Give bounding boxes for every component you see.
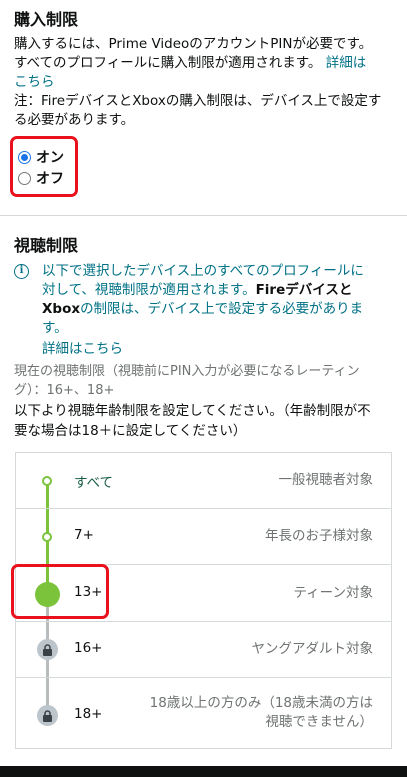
rating-node-all[interactable] (42, 476, 52, 486)
radio-off[interactable] (18, 171, 31, 185)
rating-label-16plus: 16+ (74, 640, 103, 656)
purchase-restriction-title: 購入制限 (14, 10, 79, 29)
radio-off-label: オフ (36, 171, 64, 187)
info-line2: 対して、視聴制限が適用されます。Fireデバイスと (42, 282, 353, 298)
selected-rating-highlight (11, 564, 109, 619)
viewing-restriction-title: 視聴制限 (14, 236, 79, 255)
purchase-desc-line1: 購入するには、Prime VideoのアカウントPINが必要です。 (14, 36, 373, 52)
purchase-off-option[interactable]: オフ (18, 168, 64, 188)
rating-desc-18plus: 18歳以上の方のみ（18歳未満の方は 視聴できません） (150, 694, 373, 732)
lock-icon[interactable] (37, 639, 58, 660)
rating-desc-18plus-line1: 18歳以上の方のみ（18歳未満の方は (149, 695, 373, 711)
current-line2: グ）：16+、18+ (14, 383, 115, 398)
rating-row-7plus[interactable]: 7+ 年長のお子様対象 (16, 509, 391, 565)
current-line1: 現在の視聴制限（視聴前にPIN入力が必要になるレーティン (14, 364, 360, 379)
rating-desc-7plus: 年長のお子様対象 (265, 528, 373, 544)
purchase-note-line2: る必要があります。 (14, 112, 135, 128)
rating-label-7plus: 7+ (74, 527, 94, 543)
viewing-info-text: 以下で選択したデバイス上のすべてのプロフィールに 対して、視聴制限が適用されます… (42, 262, 387, 338)
lock-icon[interactable] (37, 705, 58, 726)
instr-line2: 要な場合は18＋に設定してください） (14, 423, 247, 439)
purchase-restriction-description: 購入するには、Prime VideoのアカウントPINが必要です。 すべてのプロ… (14, 35, 395, 130)
info-line1: 以下で選択したデバイス上のすべてのプロフィールに (42, 263, 364, 279)
viewing-instructions: 以下より視聴年齢制限を設定してください。（年齢制限が不 要な場合は18＋に設定し… (14, 401, 395, 441)
rating-desc-16plus: ヤングアダルト対象 (251, 641, 374, 657)
info-icon: i (14, 264, 29, 279)
rating-desc-13plus: ティーン対象 (293, 585, 373, 601)
viewing-learn-more-link[interactable]: 詳細はこちら (42, 337, 123, 357)
rating-label-all: すべて (74, 475, 114, 491)
rating-row-16plus[interactable]: 16+ ヤングアダルト対象 (16, 622, 391, 678)
radio-on[interactable] (18, 150, 31, 164)
info-line3: Xboxの制限は、デバイス上で設定する必要がありま (42, 301, 364, 317)
rating-desc-18plus-line2: 視聴できません） (265, 714, 373, 730)
instr-line1: 以下より視聴年齢制限を設定してください。（年齢制限が不 (14, 403, 371, 419)
purchase-note-line1: 注：FireデバイスとXboxの購入制限は、デバイス上で設定す (14, 93, 382, 109)
learn-more-link-continued[interactable]: こちら (14, 73, 395, 92)
rating-desc-all: 一般視聴者対象 (278, 472, 374, 488)
purchase-desc-line2: すべてのプロフィールに購入制限が適用されます。 詳細は (14, 55, 367, 71)
info-line4: す。 (42, 320, 68, 336)
section-divider (0, 215, 407, 216)
rating-node-7plus[interactable] (42, 532, 52, 542)
bottom-bar (0, 766, 407, 777)
purchase-on-option[interactable]: オン (18, 147, 64, 167)
rating-row-all[interactable]: すべて 一般視聴者対象 (16, 453, 391, 509)
learn-more-link[interactable]: 詳細は (326, 55, 367, 71)
rating-row-18plus[interactable]: 18+ 18歳以上の方のみ（18歳未満の方は 視聴できません） (16, 678, 391, 748)
rating-label-18plus: 18+ (74, 706, 103, 722)
current-restriction-text: 現在の視聴制限（視聴前にPIN入力が必要になるレーティン グ）：16+、18+ (14, 362, 395, 400)
radio-on-label: オン (36, 150, 64, 166)
